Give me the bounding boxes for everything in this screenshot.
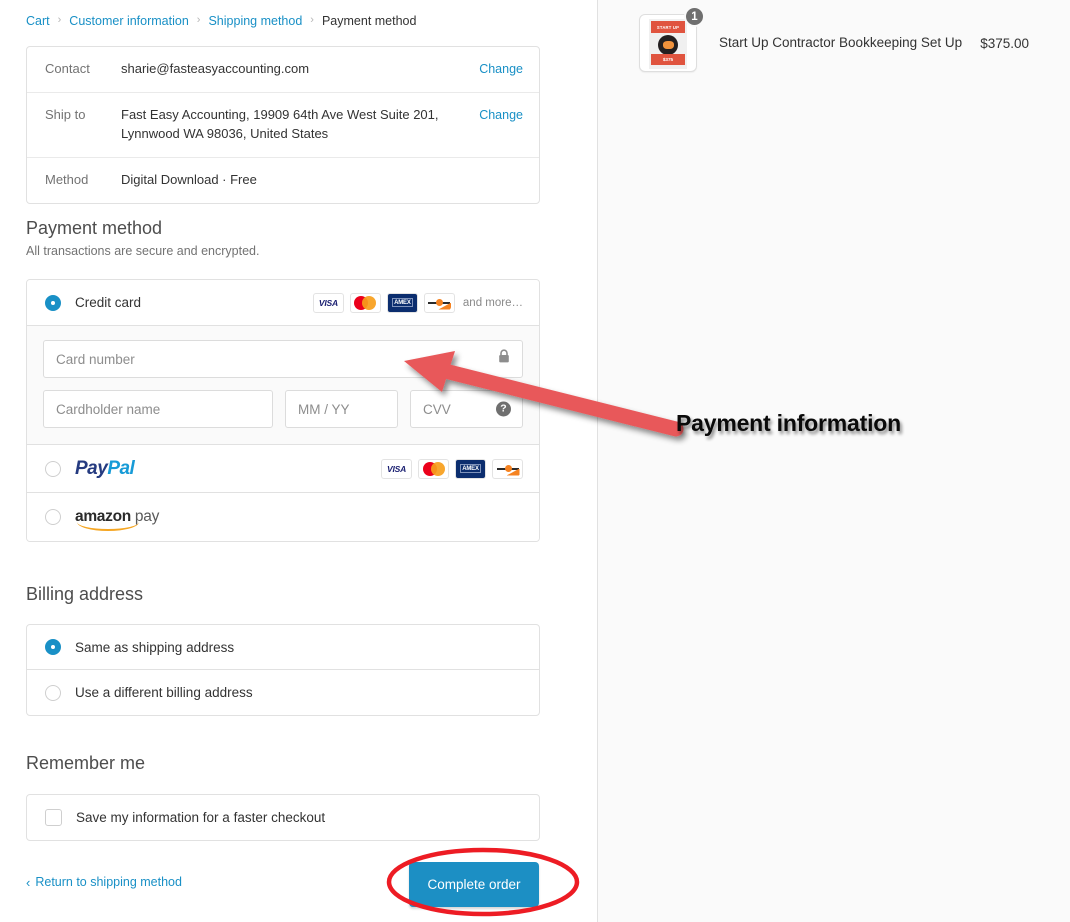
annotation-overlay [386, 351, 684, 917]
checkout-page: Cart › Customer information › Shipping m… [0, 0, 1070, 922]
payment-information-callout: Payment information [676, 410, 901, 436]
payment-information-arrow [404, 351, 684, 437]
complete-order-highlight-ellipse [386, 847, 580, 917]
